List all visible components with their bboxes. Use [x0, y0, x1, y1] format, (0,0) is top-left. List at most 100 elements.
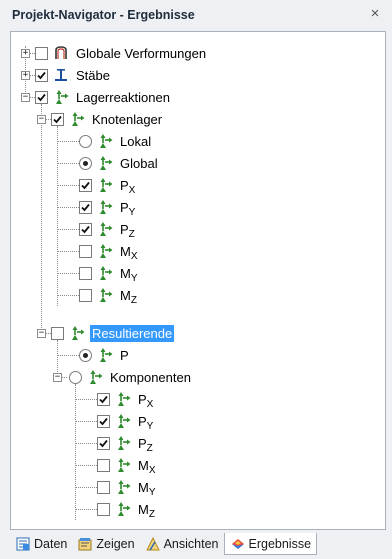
- tree-connector: [57, 163, 79, 164]
- tab-ergebnisse[interactable]: Ergebnisse: [223, 533, 318, 555]
- close-icon[interactable]: ×: [367, 6, 383, 22]
- tree-item-label: MY: [118, 265, 140, 284]
- component-axis: X: [148, 464, 156, 476]
- tree-item-komponenten[interactable]: Komponenten: [69, 366, 193, 388]
- tree-item-label: PZ: [118, 221, 137, 240]
- tree-item-staebe[interactable]: Stäbe: [35, 64, 112, 86]
- checkbox[interactable]: [97, 458, 110, 472]
- component-symbol: P: [138, 413, 147, 429]
- tree-item-component[interactable]: MZ: [79, 284, 139, 306]
- component-axis: Z: [148, 508, 155, 520]
- expand-toggle-lagerreaktionen[interactable]: −: [21, 93, 30, 102]
- component-symbol: P: [120, 221, 129, 237]
- tree-item-component[interactable]: PY: [79, 196, 137, 218]
- component-symbol: M: [138, 479, 149, 495]
- support-reaction-icon: [96, 264, 114, 282]
- tree-connector: [75, 487, 97, 488]
- support-reaction-icon: [96, 132, 114, 150]
- component-axis: Z: [128, 228, 135, 240]
- tree-connector: [75, 465, 97, 466]
- member-icon: [52, 66, 70, 84]
- radio-button[interactable]: [79, 348, 92, 362]
- tree-item-label: PX: [118, 177, 137, 196]
- tree-item-knotenlager[interactable]: Knotenlager: [51, 108, 164, 130]
- tree-item-component[interactable]: MY: [79, 262, 140, 284]
- checkbox[interactable]: [35, 90, 48, 104]
- tree-item-label: Knotenlager: [92, 111, 163, 127]
- display-icon: [77, 536, 93, 552]
- tree-item-label: P: [120, 347, 129, 363]
- checkbox[interactable]: [51, 112, 64, 126]
- tree-item-label: Stäbe: [76, 67, 110, 83]
- checkbox[interactable]: [97, 480, 110, 494]
- tree-item-component[interactable]: PX: [79, 174, 137, 196]
- tab-daten[interactable]: Daten: [10, 533, 72, 555]
- tab-ansichten[interactable]: Ansichten: [140, 533, 224, 555]
- support-reaction-icon: [96, 154, 114, 172]
- checkbox[interactable]: [79, 266, 92, 280]
- tree-item-lokal[interactable]: Lokal: [79, 130, 153, 152]
- checkbox[interactable]: [97, 436, 110, 450]
- checkbox[interactable]: [79, 244, 92, 258]
- component-symbol: P: [138, 435, 147, 451]
- tree-connector: [57, 207, 79, 208]
- tree-item-component[interactable]: MZ: [97, 498, 157, 520]
- tree-item-label: MX: [118, 243, 140, 262]
- views-icon: [145, 536, 161, 552]
- support-reaction-icon: [114, 390, 132, 408]
- expand-toggle-globale-verformungen[interactable]: +: [21, 49, 30, 58]
- checkbox[interactable]: [97, 392, 110, 406]
- radio-button[interactable]: [79, 156, 92, 170]
- expand-toggle-komponenten[interactable]: −: [53, 373, 62, 382]
- component-symbol: P: [138, 391, 147, 407]
- tree-item-component[interactable]: MX: [97, 454, 158, 476]
- tab-label: Zeigen: [96, 537, 135, 551]
- component-axis: X: [146, 398, 154, 410]
- tree-panel: + + − − − − Globale Verformungen Stäbe L…: [10, 31, 386, 530]
- checkbox[interactable]: [79, 222, 92, 236]
- checkbox[interactable]: [35, 68, 48, 82]
- expand-toggle-resultierende[interactable]: −: [37, 329, 46, 338]
- checkbox[interactable]: [79, 200, 92, 214]
- radio-button[interactable]: [79, 134, 92, 148]
- tree-item-resultierende[interactable]: Resultierende: [51, 322, 175, 344]
- tree-item-component[interactable]: PZ: [97, 432, 155, 454]
- component-axis: Z: [130, 294, 137, 306]
- checkbox[interactable]: [97, 502, 110, 516]
- checkbox[interactable]: [35, 46, 48, 60]
- checkbox[interactable]: [97, 414, 110, 428]
- tree-item-label: Resultierende: [90, 324, 175, 342]
- tree-item-p[interactable]: P: [79, 344, 131, 366]
- tree-connector: [57, 273, 79, 274]
- support-reaction-icon: [96, 286, 114, 304]
- support-reaction-icon: [52, 88, 70, 106]
- expand-toggle-knotenlager[interactable]: −: [37, 115, 46, 124]
- tree-item-label: Global: [120, 155, 158, 171]
- tree-item-component[interactable]: PX: [97, 388, 155, 410]
- tree-item-globale-verformungen[interactable]: Globale Verformungen: [35, 42, 208, 64]
- support-reaction-icon: [86, 368, 104, 386]
- tab-zeigen[interactable]: Zeigen: [72, 533, 139, 555]
- tree-item-component[interactable]: MY: [97, 476, 158, 498]
- component-symbol: M: [138, 457, 149, 473]
- tree-item-label: MX: [136, 457, 158, 476]
- expand-toggle-staebe[interactable]: +: [21, 71, 30, 80]
- tree-item-lagerreaktionen[interactable]: Lagerreaktionen: [35, 86, 172, 108]
- radio-button[interactable]: [69, 370, 82, 384]
- checkbox[interactable]: [51, 326, 64, 340]
- tree-connector: [57, 251, 79, 252]
- tree-item-component[interactable]: MX: [79, 240, 140, 262]
- tree-connector: [75, 443, 97, 444]
- tree-item-component[interactable]: PZ: [79, 218, 137, 240]
- support-reaction-icon: [96, 242, 114, 260]
- deformation-icon: [52, 44, 70, 62]
- window-title: Projekt-Navigator - Ergebnisse: [12, 8, 195, 22]
- tree-item-global[interactable]: Global: [79, 152, 160, 174]
- tree-item-component[interactable]: PY: [97, 410, 155, 432]
- support-reaction-icon: [114, 434, 132, 452]
- checkbox[interactable]: [79, 178, 92, 192]
- tree-item-label: MY: [136, 479, 158, 498]
- checkbox[interactable]: [79, 288, 92, 302]
- tree-connector: [75, 509, 97, 510]
- component-symbol: M: [120, 287, 131, 303]
